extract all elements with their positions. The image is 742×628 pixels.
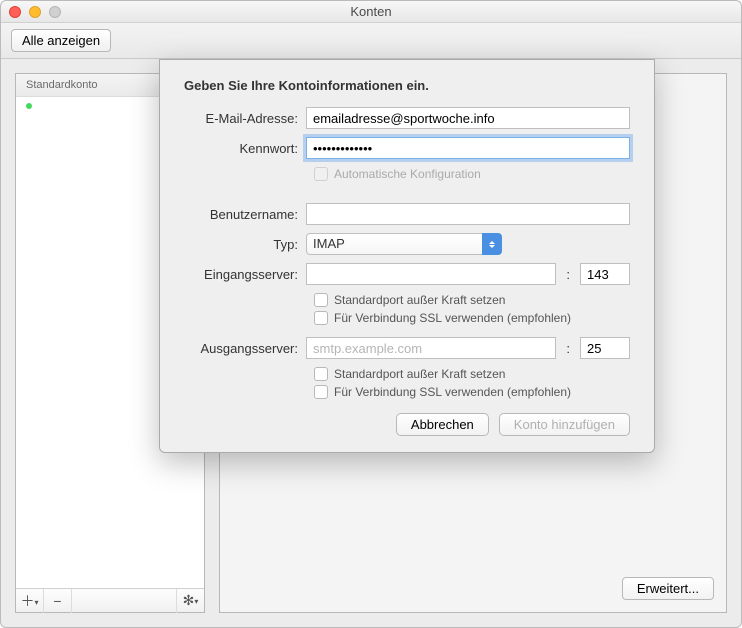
toolbar: Alle anzeigen xyxy=(1,23,741,59)
minus-icon: − xyxy=(53,593,61,609)
outgoing-ssl-row[interactable]: Für Verbindung SSL verwenden (empfohlen) xyxy=(314,385,630,399)
outgoing-override-port-row[interactable]: Standardport außer Kraft setzen xyxy=(314,367,630,381)
action-menu-button[interactable]: ✻▾ xyxy=(176,589,204,613)
outgoing-override-port-checkbox[interactable] xyxy=(314,367,328,381)
outgoing-port-field[interactable] xyxy=(580,337,630,359)
username-field[interactable] xyxy=(306,203,630,225)
remove-account-button[interactable]: − xyxy=(44,589,72,613)
incoming-ssl-row[interactable]: Für Verbindung SSL verwenden (empfohlen) xyxy=(314,311,630,325)
type-select-value: IMAP xyxy=(306,233,502,255)
incoming-ssl-label: Für Verbindung SSL verwenden (empfohlen) xyxy=(334,311,571,325)
add-account-dialog: Geben Sie Ihre Kontoinformationen ein. E… xyxy=(159,59,655,453)
outgoing-server-field[interactable] xyxy=(306,337,556,359)
sidebar-footer: ＋▾ − ✻▾ xyxy=(16,588,204,612)
incoming-override-port-label: Standardport außer Kraft setzen xyxy=(334,293,505,307)
password-field[interactable] xyxy=(306,137,630,159)
incoming-label: Eingangsserver: xyxy=(184,267,306,282)
gear-icon: ✻▾ xyxy=(183,592,199,609)
incoming-ssl-checkbox[interactable] xyxy=(314,311,328,325)
dialog-heading: Geben Sie Ihre Kontoinformationen ein. xyxy=(184,78,630,93)
cancel-button[interactable]: Abbrechen xyxy=(396,413,489,436)
type-label: Typ: xyxy=(184,237,306,252)
advanced-button[interactable]: Erweitert... xyxy=(622,577,714,600)
select-arrows-icon xyxy=(482,233,502,255)
email-label: E-Mail-Adresse: xyxy=(184,111,306,126)
show-all-button[interactable]: Alle anzeigen xyxy=(11,29,111,52)
outgoing-ssl-checkbox[interactable] xyxy=(314,385,328,399)
port-separator: : xyxy=(562,267,574,282)
auto-config-label: Automatische Konfiguration xyxy=(334,167,481,181)
preferences-window: Konten Alle anzeigen Standardkonto ＋▾ − … xyxy=(0,0,742,628)
incoming-override-port-row[interactable]: Standardport außer Kraft setzen xyxy=(314,293,630,307)
auto-config-checkbox-row: Automatische Konfiguration xyxy=(314,167,630,181)
password-label: Kennwort: xyxy=(184,141,306,156)
username-label: Benutzername: xyxy=(184,207,306,222)
outgoing-ssl-label: Für Verbindung SSL verwenden (empfohlen) xyxy=(334,385,571,399)
email-field[interactable] xyxy=(306,107,630,129)
type-select[interactable]: IMAP xyxy=(306,233,502,255)
outgoing-override-port-label: Standardport außer Kraft setzen xyxy=(334,367,505,381)
incoming-port-field[interactable] xyxy=(580,263,630,285)
incoming-override-port-checkbox[interactable] xyxy=(314,293,328,307)
window-title: Konten xyxy=(1,4,741,19)
plus-icon: ＋▾ xyxy=(20,591,38,611)
incoming-server-field[interactable] xyxy=(306,263,556,285)
titlebar: Konten xyxy=(1,1,741,23)
add-account-button: Konto hinzufügen xyxy=(499,413,630,436)
status-dot-icon xyxy=(26,103,32,109)
port-separator: : xyxy=(562,341,574,356)
outgoing-label: Ausgangsserver: xyxy=(184,341,306,356)
add-account-button[interactable]: ＋▾ xyxy=(16,589,44,613)
auto-config-checkbox xyxy=(314,167,328,181)
